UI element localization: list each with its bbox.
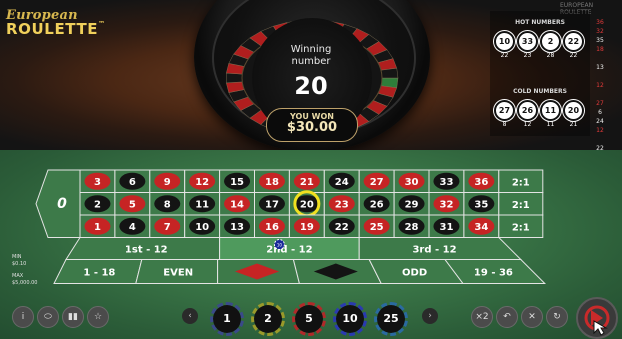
- chips-prev-button[interactable]: ‹: [182, 308, 198, 324]
- number-label: 9: [164, 177, 171, 188]
- chip-ring: [333, 302, 367, 336]
- double-label: ×2: [475, 312, 489, 322]
- close-icon: ✕: [528, 312, 536, 322]
- number-label: 21: [300, 177, 314, 188]
- number-label: 13: [230, 222, 244, 233]
- placed-chip-value: 10: [277, 243, 283, 248]
- dozen-bet-label: 1st - 12: [125, 245, 168, 256]
- info-button[interactable]: i: [12, 306, 34, 328]
- chip-2[interactable]: 2: [251, 302, 285, 336]
- number-label: 33: [439, 177, 453, 188]
- spin-button[interactable]: [576, 297, 618, 339]
- number-label: 27: [370, 177, 384, 188]
- racetrack-icon: ⬭: [44, 312, 52, 322]
- undo-icon: ↶: [503, 312, 511, 322]
- chip-ring: [251, 302, 285, 336]
- outside-bet-label: EVEN: [163, 268, 193, 279]
- max-label: MAX: [12, 273, 24, 279]
- chevron-left-icon: ‹: [188, 311, 192, 321]
- number-label: 6: [129, 177, 136, 188]
- outside-bet-label: 19 - 36: [474, 268, 513, 279]
- chip-ring: [374, 302, 408, 336]
- info-icon: i: [21, 312, 25, 322]
- rebet-button[interactable]: ↻: [546, 306, 568, 328]
- number-label: 16: [265, 222, 279, 233]
- number-label: 32: [439, 199, 453, 210]
- max-limit: MAX $5,000.00: [12, 273, 37, 287]
- column-bet-label: 2:1: [512, 177, 530, 188]
- outside-bet-label: 1 - 18: [83, 268, 115, 279]
- min-value: $0.10: [12, 261, 27, 267]
- spin-icon: [584, 305, 610, 336]
- number-label: 19: [300, 222, 314, 233]
- number-label: 1: [94, 222, 101, 233]
- number-label: 10: [195, 222, 209, 233]
- number-label: 14: [230, 199, 244, 210]
- bar-chart-icon: ▮▮: [68, 312, 78, 322]
- number-label: 12: [195, 177, 209, 188]
- chip-10[interactable]: 10: [333, 302, 367, 336]
- chips-next-button[interactable]: ›: [422, 308, 438, 324]
- min-label: MIN: [12, 254, 22, 260]
- dozen-bet-label: 3rd - 12: [412, 245, 456, 256]
- chip-25[interactable]: 25: [374, 302, 408, 336]
- chevron-right-icon: ›: [428, 311, 432, 321]
- number-label: 3: [94, 177, 101, 188]
- number-label: 8: [164, 199, 171, 210]
- betting-table: 03 6 9 12 15 18 21 24 27 30 33 362 5 8 11 14 17 20 23 26 29 3…: [35, 169, 547, 284]
- undo-button[interactable]: ↶: [496, 306, 518, 328]
- number-label: 30: [405, 177, 419, 188]
- number-label: 35: [474, 199, 488, 210]
- zero-label: 0: [57, 196, 67, 212]
- number-label: 7: [164, 222, 171, 233]
- number-label: 34: [474, 222, 488, 233]
- number-label: 31: [439, 222, 453, 233]
- chip-1[interactable]: 1: [210, 302, 244, 336]
- number-label: 22: [335, 222, 349, 233]
- number-label: 29: [405, 199, 419, 210]
- game-stage: European ROULETTE™ EUROPEAN ROULETTE Win…: [0, 0, 622, 339]
- number-label: 18: [265, 177, 279, 188]
- number-label: 25: [370, 222, 384, 233]
- dozen-bet-label: 2nd - 12: [266, 245, 312, 256]
- number-label: 24: [335, 177, 349, 188]
- star-icon: ☆: [93, 312, 103, 322]
- number-label: 20: [300, 199, 314, 210]
- repeat-icon: ↻: [553, 312, 561, 322]
- chip-5[interactable]: 5: [292, 302, 326, 336]
- number-label: 17: [265, 199, 279, 210]
- number-label: 15: [230, 177, 244, 188]
- double-bet-button[interactable]: ×2: [471, 306, 493, 328]
- number-label: 2: [94, 199, 101, 210]
- favorites-button[interactable]: ☆: [87, 306, 109, 328]
- number-label: 11: [195, 199, 209, 210]
- statistics-button[interactable]: ▮▮: [62, 306, 84, 328]
- column-bet-label: 2:1: [512, 222, 530, 233]
- number-label: 5: [129, 199, 136, 210]
- number-label: 28: [405, 222, 419, 233]
- max-value: $5,000.00: [12, 280, 38, 286]
- min-limit: MIN $0.10: [12, 254, 26, 268]
- chip-ring: [210, 302, 244, 336]
- chip-ring: [292, 302, 326, 336]
- racetrack-button[interactable]: ⬭: [37, 306, 59, 328]
- number-label: 4: [129, 222, 136, 233]
- number-label: 36: [474, 177, 488, 188]
- clear-bets-button[interactable]: ✕: [521, 306, 543, 328]
- number-label: 26: [370, 199, 384, 210]
- outside-bet-label: ODD: [402, 268, 427, 279]
- column-bet-label: 2:1: [512, 200, 530, 211]
- number-label: 23: [335, 199, 349, 210]
